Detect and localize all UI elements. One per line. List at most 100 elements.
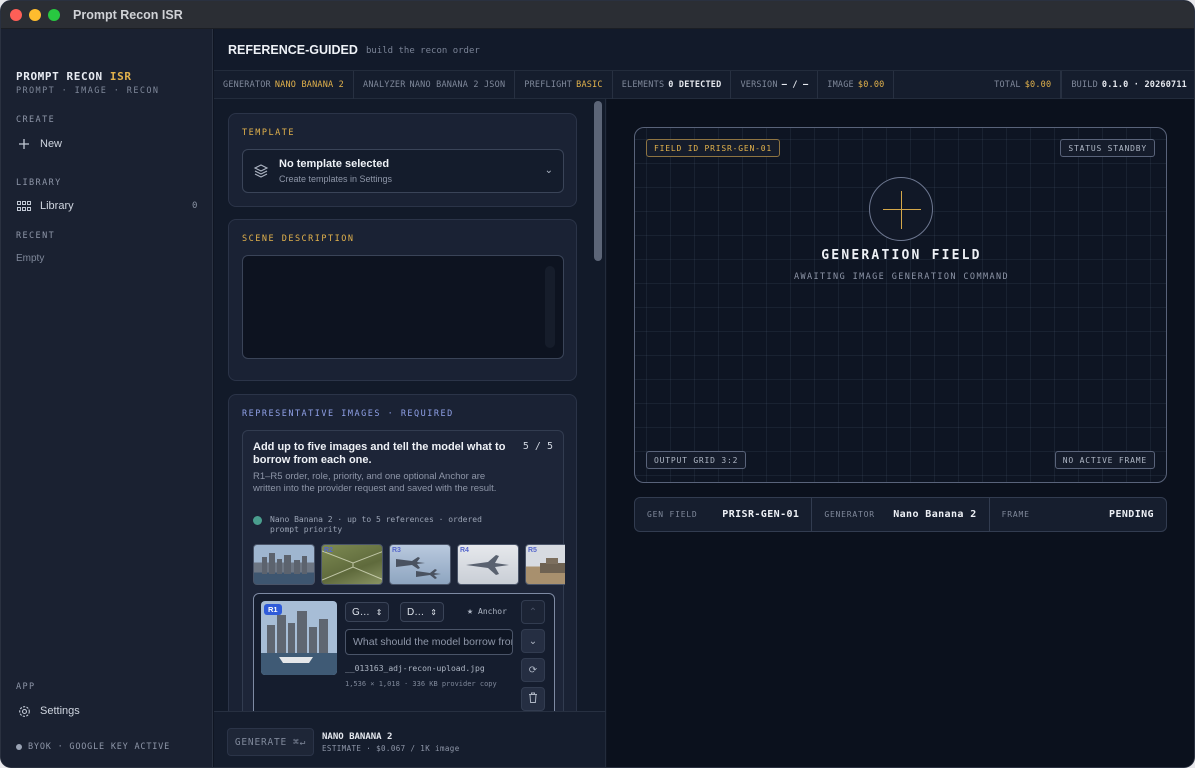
status-bar: GENERATOR NANO BANANA 2 ANALYZER NANO BANA…: [214, 70, 1194, 99]
sidebar-item-label: Library: [40, 200, 74, 212]
info-generator: GENERATOR Nano Banana 2: [812, 498, 990, 531]
thumb-label: R3: [392, 547, 401, 554]
sidebar-item-label: New: [40, 138, 63, 150]
references-panel: Add up to five images and tell the model…: [242, 430, 565, 711]
reference-thumb[interactable]: R2: [321, 544, 383, 585]
borrow-input[interactable]: What should the model borrow from this i…: [345, 629, 513, 655]
anchor-toggle[interactable]: ★ Anchor: [467, 606, 507, 617]
output-area: FIELD ID PRISR-GEN-01 STATUS STANDBY GEN…: [607, 99, 1194, 767]
references-note: Nano Banana 2 · up to 5 references · ord…: [253, 515, 513, 535]
generate-bar: GENERATE ⌘↵ NANO BANANA 2 ESTIMATE · $0.0…: [214, 711, 606, 767]
textarea-scrollbar[interactable]: [545, 266, 555, 348]
brand-logo: PROMPT RECON ISR: [16, 70, 132, 83]
reference-filename: __013163_adj-recon-upload.jpg: [345, 664, 485, 673]
info-value: Nano Banana 2: [893, 509, 977, 520]
generation-field[interactable]: FIELD ID PRISR-GEN-01 STATUS STANDBY GEN…: [634, 127, 1167, 483]
status-value: 0 DETECTED: [668, 79, 722, 90]
info-gen-field: GEN FIELD PRISR-GEN-01: [635, 498, 813, 531]
status-value: NANO BANANA 2: [274, 79, 344, 90]
reference-thumb[interactable]: R5: [525, 544, 565, 585]
generate-model: NANO BANANA 2: [322, 732, 393, 742]
status-version: VERSION – / –: [731, 70, 819, 99]
scene-description-input[interactable]: [242, 255, 564, 359]
byok-status: BYOK · GOOGLE KEY ACTIVE: [16, 742, 170, 752]
grid-icon: [16, 198, 32, 214]
template-select[interactable]: No template selected Create templates in…: [242, 149, 564, 193]
updown-icon: ⇕: [375, 607, 383, 617]
scrollbar-thumb[interactable]: [594, 101, 602, 261]
reference-image-r1: R1: [261, 601, 337, 675]
generation-info-bar: GEN FIELD PRISR-GEN-01 GENERATOR Nano Bana…: [634, 497, 1167, 532]
sidebar-item-label: Settings: [40, 705, 80, 717]
minimize-window-button[interactable]: [29, 9, 41, 21]
trash-icon: [528, 692, 538, 706]
close-window-button[interactable]: [10, 9, 22, 21]
anchor-label: Anchor: [478, 607, 507, 616]
library-count: 0: [192, 201, 198, 211]
replace-button[interactable]: ⟳: [521, 658, 545, 682]
status-key: PREFLIGHT: [524, 79, 573, 90]
section-create: CREATE: [16, 115, 56, 125]
status-analyzer: ANALYZER NANO BANANA 2 JSON: [354, 70, 516, 99]
layers-icon: [253, 163, 271, 181]
star-icon: ★: [467, 606, 474, 617]
generation-subtitle: AWAITING IMAGE GENERATION COMMAND: [793, 272, 1010, 282]
generate-button[interactable]: GENERATE ⌘↵: [227, 728, 314, 756]
note-text: Nano Banana 2 · up to 5 references · ord…: [270, 515, 482, 534]
panel-scrollbar[interactable]: [594, 101, 602, 711]
status-preflight: PREFLIGHT BASIC: [515, 70, 613, 99]
info-key: GENERATOR: [824, 510, 875, 519]
field-id-chip: FIELD ID PRISR-GEN-01: [646, 139, 780, 157]
sidebar-item-new[interactable]: New: [16, 135, 62, 153]
refresh-icon: ⟳: [528, 664, 538, 676]
status-total: TOTAL $0.00: [985, 70, 1062, 99]
updown-icon: ⇕: [430, 607, 437, 617]
status-key: ELEMENTS: [621, 79, 665, 90]
status-value: $0.00: [857, 79, 885, 90]
status-dot: [16, 744, 22, 750]
template-selected: No template selected: [279, 158, 390, 170]
template-hint: Create templates in Settings: [279, 174, 393, 184]
app-window: Prompt Recon ISR PROMPT RECON ISR PROMPT…: [0, 0, 1195, 768]
sidebar-item-library[interactable]: Library 0: [16, 197, 198, 215]
status-build: BUILD 0.1.0 · 20260711: [1061, 70, 1194, 99]
brand-name: PROMPT RECON: [16, 70, 103, 83]
status-generator: GENERATOR NANO BANANA 2: [214, 70, 354, 99]
info-value: PENDING: [1109, 509, 1154, 520]
generate-label: GENERATE: [234, 736, 288, 748]
sidebar-item-settings[interactable]: Settings: [16, 702, 80, 720]
chevron-down-icon: ⌄: [528, 635, 538, 647]
status-elements: ELEMENTS 0 DETECTED: [613, 70, 732, 99]
priority-select[interactable]: D… ⇕: [400, 602, 444, 622]
template-card: TEMPLATE No template selected Create tem…: [228, 113, 577, 207]
title-bar: Prompt Recon ISR: [1, 1, 1194, 29]
window-title: Prompt Recon ISR: [73, 8, 183, 22]
info-frame: FRAME PENDING: [990, 498, 1166, 531]
scene-label: SCENE DESCRIPTION: [242, 234, 355, 244]
output-grid-chip: OUTPUT GRID 3:2: [646, 451, 747, 469]
chevron-up-icon: ⌃: [528, 606, 538, 618]
thumb-label: R5: [528, 547, 537, 554]
references-count: 5 / 5: [522, 441, 553, 452]
references-intro: Add up to five images and tell the model…: [253, 441, 506, 466]
status-value: NANO BANANA 2 JSON: [409, 79, 506, 90]
reference-thumb[interactable]: [253, 544, 315, 585]
status-image-cost: IMAGE $0.00: [818, 70, 895, 99]
thumb-label: R4: [460, 547, 469, 554]
compose-panel[interactable]: TEMPLATE No template selected Create tem…: [214, 99, 606, 711]
sidebar: PROMPT RECON ISR PROMPT · IMAGE · RECON …: [1, 29, 213, 767]
check-icon: [253, 516, 262, 525]
shortcut-hint: ⌘↵: [293, 736, 307, 748]
reference-thumb[interactable]: R3: [389, 544, 451, 585]
status-key: TOTAL: [994, 79, 1021, 90]
role-select[interactable]: G… ⇕: [345, 602, 390, 622]
crosshair-v: [901, 191, 902, 229]
zoom-window-button[interactable]: [48, 9, 60, 21]
move-up-button[interactable]: ⌃: [521, 600, 545, 624]
delete-button[interactable]: [521, 687, 545, 711]
section-recent: RECENT: [16, 231, 56, 241]
reference-thumb[interactable]: R4: [457, 544, 519, 585]
move-down-button[interactable]: ⌄: [521, 629, 545, 653]
status-value: 0.1.0 · 20260711: [1101, 79, 1187, 90]
status-key: VERSION: [740, 79, 778, 90]
